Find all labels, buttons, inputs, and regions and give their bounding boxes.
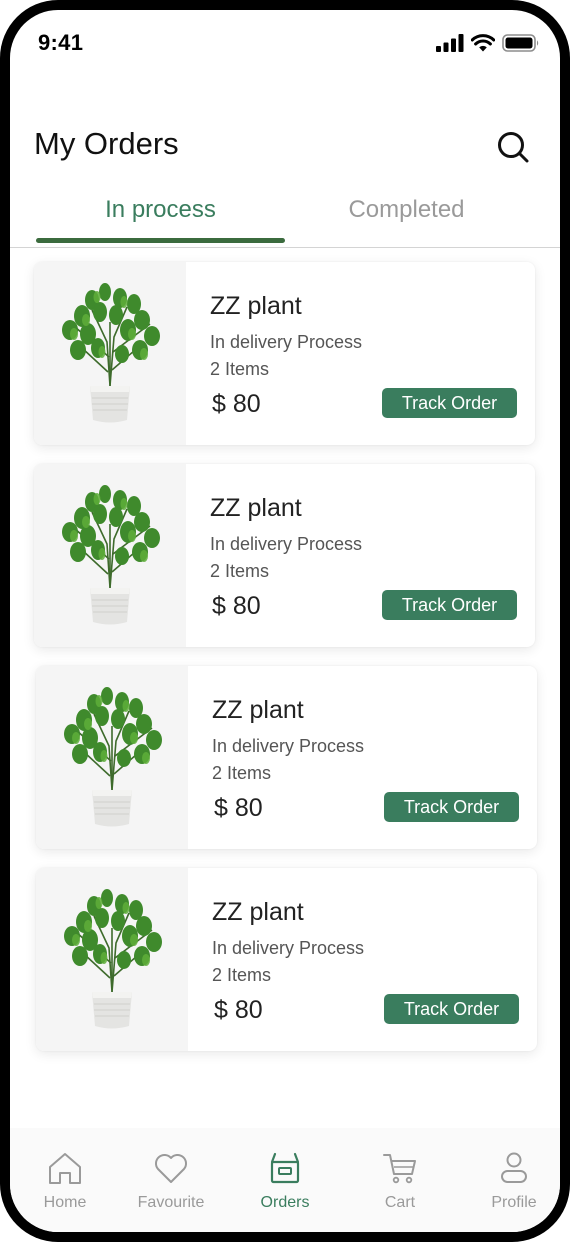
page-title: My Orders: [34, 126, 179, 161]
plant-image: [62, 283, 160, 423]
order-price: $ 80: [212, 592, 261, 620]
product-image: [36, 666, 188, 849]
order-status: In delivery Process: [210, 332, 363, 352]
product-name: ZZ plant: [210, 494, 302, 522]
order-price: $ 80: [212, 390, 261, 418]
product-name: ZZ plant: [212, 696, 304, 724]
order-card[interactable]: ZZ plant In delivery Process 2 Items $ 8…: [34, 262, 535, 445]
bottom-nav: Home Favourite Orders Cart Profile: [10, 1128, 560, 1232]
battery-icon: [502, 34, 539, 52]
heart-icon: [155, 1154, 187, 1183]
order-status: In delivery Process: [212, 736, 365, 756]
nav-label-home: Home: [43, 1194, 87, 1211]
track-order-button[interactable]: Track Order: [382, 590, 517, 620]
plant-image: [64, 889, 162, 1029]
order-price: $ 80: [214, 794, 263, 822]
tab-active-indicator: [36, 238, 285, 243]
product-name: ZZ plant: [212, 898, 304, 926]
item-count: 2 Items: [212, 965, 272, 985]
signal-icon: [436, 34, 464, 52]
wifi-icon: [471, 34, 495, 52]
order-price: $ 80: [214, 996, 263, 1024]
order-status: In delivery Process: [212, 938, 365, 958]
nav-item-cart[interactable]: Cart: [345, 1128, 455, 1232]
product-image: [34, 262, 186, 445]
track-order-button[interactable]: Track Order: [382, 388, 517, 418]
plant-image: [64, 687, 162, 827]
order-card[interactable]: ZZ plant In delivery Process 2 Items $ 8…: [36, 666, 537, 849]
nav-label-favourite: Favourite: [137, 1194, 205, 1211]
home-icon: [49, 1153, 81, 1184]
tab-in-process[interactable]: In process: [36, 196, 285, 224]
order-tabs: In process Completed: [10, 190, 560, 248]
profile-icon: [501, 1152, 527, 1183]
nav-label-cart: Cart: [384, 1194, 416, 1211]
item-count: 2 Items: [212, 763, 272, 783]
product-image: [36, 868, 188, 1051]
nav-label-orders: Orders: [260, 1194, 310, 1211]
cart-icon: [383, 1154, 416, 1184]
status-icons: [436, 32, 540, 54]
product-name: ZZ plant: [210, 292, 302, 320]
nav-item-favourite[interactable]: Favourite: [116, 1128, 226, 1232]
order-card[interactable]: ZZ plant In delivery Process 2 Items $ 8…: [34, 464, 535, 647]
item-count: 2 Items: [210, 359, 270, 379]
order-card[interactable]: ZZ plant In delivery Process 2 Items $ 8…: [36, 868, 537, 1051]
nav-item-profile[interactable]: Profile: [459, 1128, 560, 1232]
track-order-button[interactable]: Track Order: [384, 994, 519, 1024]
product-image: [34, 464, 186, 647]
nav-item-orders[interactable]: Orders: [230, 1128, 340, 1232]
nav-item-home[interactable]: Home: [10, 1128, 120, 1232]
order-status: In delivery Process: [210, 534, 363, 554]
track-order-button[interactable]: Track Order: [384, 792, 519, 822]
app-screen: 9:41 My Orders In process Completed ZZ p…: [10, 10, 560, 1232]
nav-label-profile: Profile: [491, 1194, 537, 1211]
device-frame: 9:41 My Orders In process Completed ZZ p…: [0, 0, 570, 1242]
tab-completed[interactable]: Completed: [282, 196, 531, 224]
plant-image: [62, 485, 160, 625]
status-time: 9:41: [38, 30, 84, 55]
orders-box-icon: [270, 1152, 300, 1184]
item-count: 2 Items: [210, 561, 270, 581]
search-icon[interactable]: [496, 130, 530, 164]
